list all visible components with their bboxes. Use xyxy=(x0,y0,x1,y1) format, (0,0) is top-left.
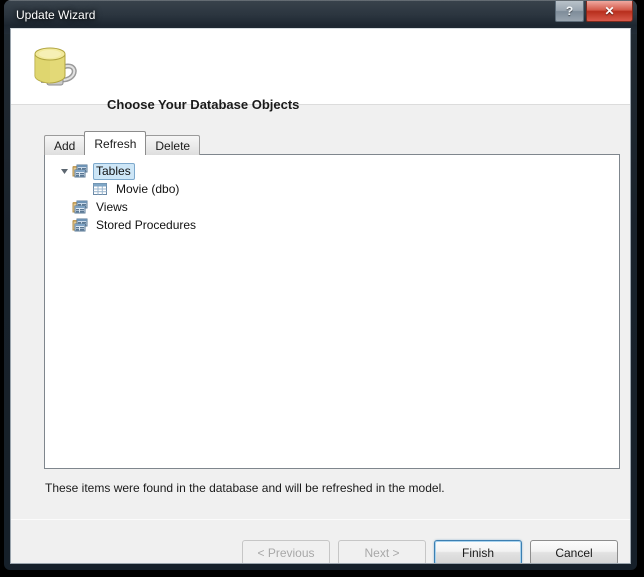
tab-strip: Add Refresh Delete xyxy=(44,131,201,155)
collapse-triangle-icon[interactable] xyxy=(56,162,72,180)
caption-button-group: ? ✕ xyxy=(555,1,633,22)
header-strip: Choose Your Database Objects xyxy=(11,29,630,112)
page-title: Choose Your Database Objects xyxy=(107,97,300,112)
tree-node-tables-label: Tables xyxy=(93,162,135,180)
tree-node-stored-procedures[interactable]: Stored Procedures xyxy=(45,216,619,234)
cancel-button[interactable]: Cancel xyxy=(530,540,618,563)
status-message: These items were found in the database a… xyxy=(45,481,445,495)
tab-refresh[interactable]: Refresh xyxy=(84,131,147,155)
tree-node-stored-procedures-label: Stored Procedures xyxy=(96,217,197,232)
question-mark-icon: ? xyxy=(565,4,574,18)
help-button[interactable]: ? xyxy=(555,1,584,22)
dialog-client-area: Choose Your Database Objects Add Refresh… xyxy=(10,28,631,564)
tree-node-views-label: Views xyxy=(96,199,128,214)
tab-add[interactable]: Add xyxy=(44,135,86,155)
stored-procedures-folder-icon xyxy=(72,217,89,233)
finish-button[interactable]: Finish xyxy=(434,540,522,563)
next-button[interactable]: Next > xyxy=(338,540,426,563)
previous-button[interactable]: < Previous xyxy=(242,540,330,563)
tab-delete[interactable]: Delete xyxy=(145,135,201,155)
tab-delete-label: Delete xyxy=(155,138,191,153)
close-icon: ✕ xyxy=(604,4,615,18)
wizard-button-row: < Previous Next > Finish Cancel xyxy=(242,540,618,563)
tree-list: Tables Movie (dbo) Views Stored Procedur… xyxy=(45,162,619,234)
tree-node-movie[interactable]: Movie (dbo) xyxy=(45,180,619,198)
tree-node-movie-label: Movie (dbo) xyxy=(116,181,180,196)
tree-node-views[interactable]: Views xyxy=(45,198,619,216)
database-objects-tree[interactable]: Tables Movie (dbo) Views Stored Procedur… xyxy=(44,154,620,469)
close-button[interactable]: ✕ xyxy=(586,1,633,22)
views-folder-icon xyxy=(72,199,89,215)
table-grid-icon xyxy=(92,181,109,197)
tree-node-tables[interactable]: Tables xyxy=(45,162,619,180)
window-title: Update Wizard xyxy=(16,8,96,22)
tab-refresh-label: Refresh xyxy=(94,136,137,151)
tab-add-label: Add xyxy=(54,138,76,153)
tables-folder-icon xyxy=(72,163,89,179)
database-plug-icon xyxy=(24,42,86,92)
update-wizard-window: Update Wizard ? ✕ Choose Your Database O… xyxy=(4,0,637,570)
